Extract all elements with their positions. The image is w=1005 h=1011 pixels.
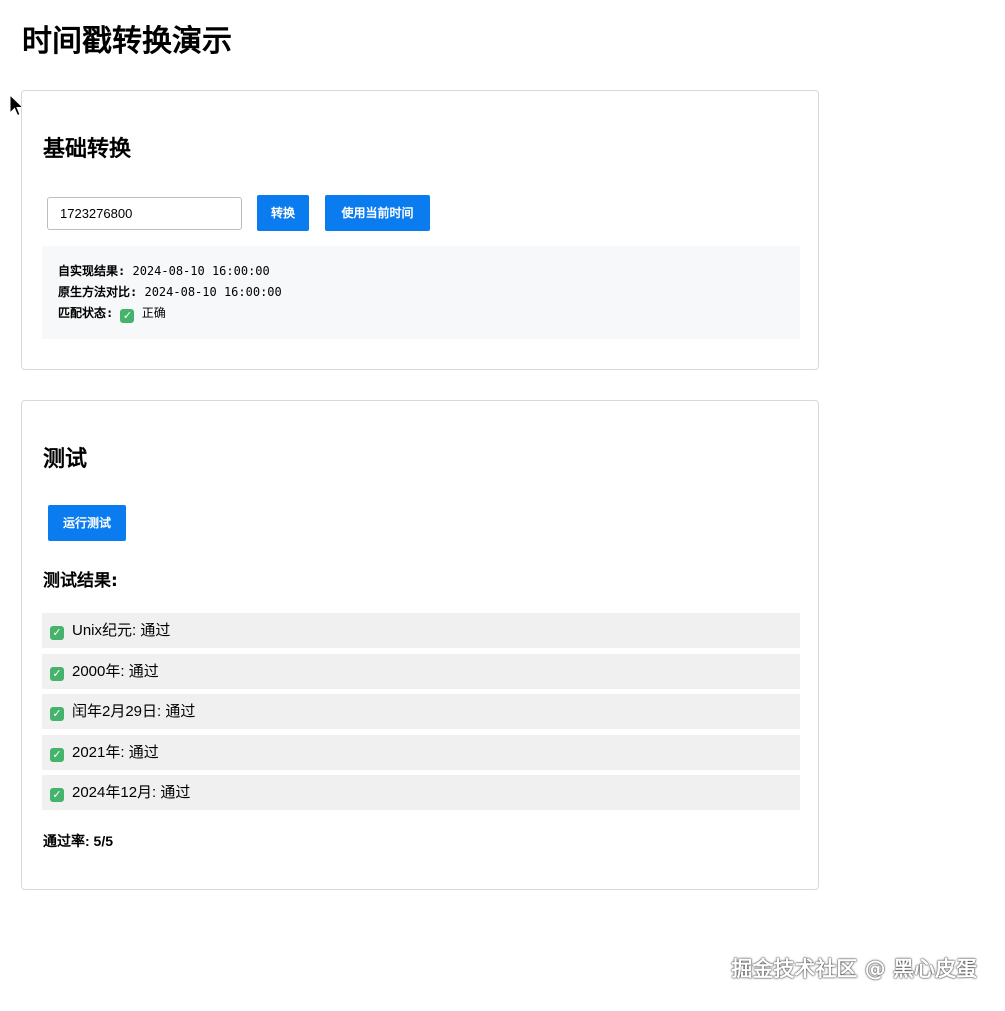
watermark: 掘金技术社区 @ 黑心皮蛋 xyxy=(731,957,977,981)
timestamp-input[interactable] xyxy=(47,197,242,230)
basic-conversion-card: 基础转换 转换 使用当前时间 自实现结果: 2024-08-10 16:00:0… xyxy=(21,90,819,370)
check-icon: ✓ xyxy=(50,707,64,721)
basic-conversion-title: 基础转换 xyxy=(43,137,132,162)
custom-result-line: 自实现结果: 2024-08-10 16:00:00 xyxy=(58,261,784,282)
native-result-line: 原生方法对比: 2024-08-10 16:00:00 xyxy=(58,282,784,303)
check-icon: ✓ xyxy=(50,788,64,802)
test-results-heading: 测试结果: xyxy=(43,571,118,591)
test-result-item: ✓ 2021年: 通过 xyxy=(42,734,800,770)
test-result-text: 闰年2月29日: 通过 xyxy=(72,703,196,720)
custom-result-value: 2024-08-10 16:00:00 xyxy=(132,264,270,278)
convert-button[interactable]: 转换 xyxy=(257,195,309,231)
test-result-text: 2000年: 通过 xyxy=(72,662,159,680)
use-current-time-button[interactable]: 使用当前时间 xyxy=(325,195,430,231)
native-result-label: 原生方法对比: xyxy=(58,285,138,299)
check-icon: ✓ xyxy=(50,666,64,681)
page-title: 时间戳转换演示 xyxy=(22,24,232,59)
test-result-item: ✓ 闰年2月29日: 通过 xyxy=(42,694,800,729)
test-card: 测试 运行测试 测试结果: ✓ Unix纪元: 通过 ✓ 2000年: 通过 ✓ 闰年… xyxy=(21,400,819,890)
match-status-line: 匹配状态: ✓ 正确 xyxy=(58,303,784,324)
page: 时间戳转换演示 基础转换 转换 使用当前时间 自实现结果: 2024-08-10… xyxy=(0,0,1005,1011)
test-result-text: 2021年: 通过 xyxy=(72,743,159,761)
conversion-result-box: 自实现结果: 2024-08-10 16:00:00 原生方法对比: 2024-… xyxy=(42,246,800,339)
test-result-text: Unix纪元: 通过 xyxy=(72,622,171,639)
check-icon: ✓ xyxy=(50,747,64,762)
test-result-item: ✓ 2024年12月: 通过 xyxy=(42,775,800,810)
match-status-label: 匹配状态: xyxy=(58,306,114,320)
test-result-text: 2024年12月: 通过 xyxy=(72,784,191,801)
test-result-item: ✓ 2000年: 通过 xyxy=(42,653,800,689)
test-results-list: ✓ Unix纪元: 通过 ✓ 2000年: 通过 ✓ 闰年2月29日: 通过 ✓ 202… xyxy=(42,613,800,816)
test-result-item: ✓ Unix纪元: 通过 xyxy=(42,613,800,648)
pass-rate: 通过率: 5/5 xyxy=(43,833,114,849)
match-status-value: 正确 xyxy=(141,306,166,320)
native-result-value: 2024-08-10 16:00:00 xyxy=(144,285,282,299)
check-icon: ✓ xyxy=(50,626,64,640)
test-title: 测试 xyxy=(43,447,88,472)
check-icon: ✓ xyxy=(120,309,135,323)
custom-result-label: 自实现结果: xyxy=(58,264,126,278)
run-tests-button[interactable]: 运行测试 xyxy=(48,505,126,541)
